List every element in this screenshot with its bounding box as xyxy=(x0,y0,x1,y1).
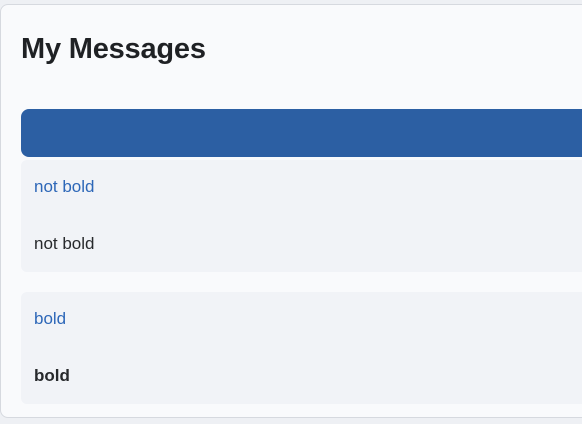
page-title: My Messages xyxy=(21,33,206,65)
messages-panel: My Messages not bold not bold bold bold xyxy=(0,4,582,418)
messages-header-bar xyxy=(21,109,582,157)
message-card: not bold not bold xyxy=(21,160,582,272)
message-body: not bold xyxy=(34,234,95,253)
message-card: bold bold xyxy=(21,292,582,404)
message-title-link[interactable]: not bold xyxy=(34,177,95,197)
message-title-link[interactable]: bold xyxy=(34,309,66,329)
message-body: bold xyxy=(34,366,70,385)
